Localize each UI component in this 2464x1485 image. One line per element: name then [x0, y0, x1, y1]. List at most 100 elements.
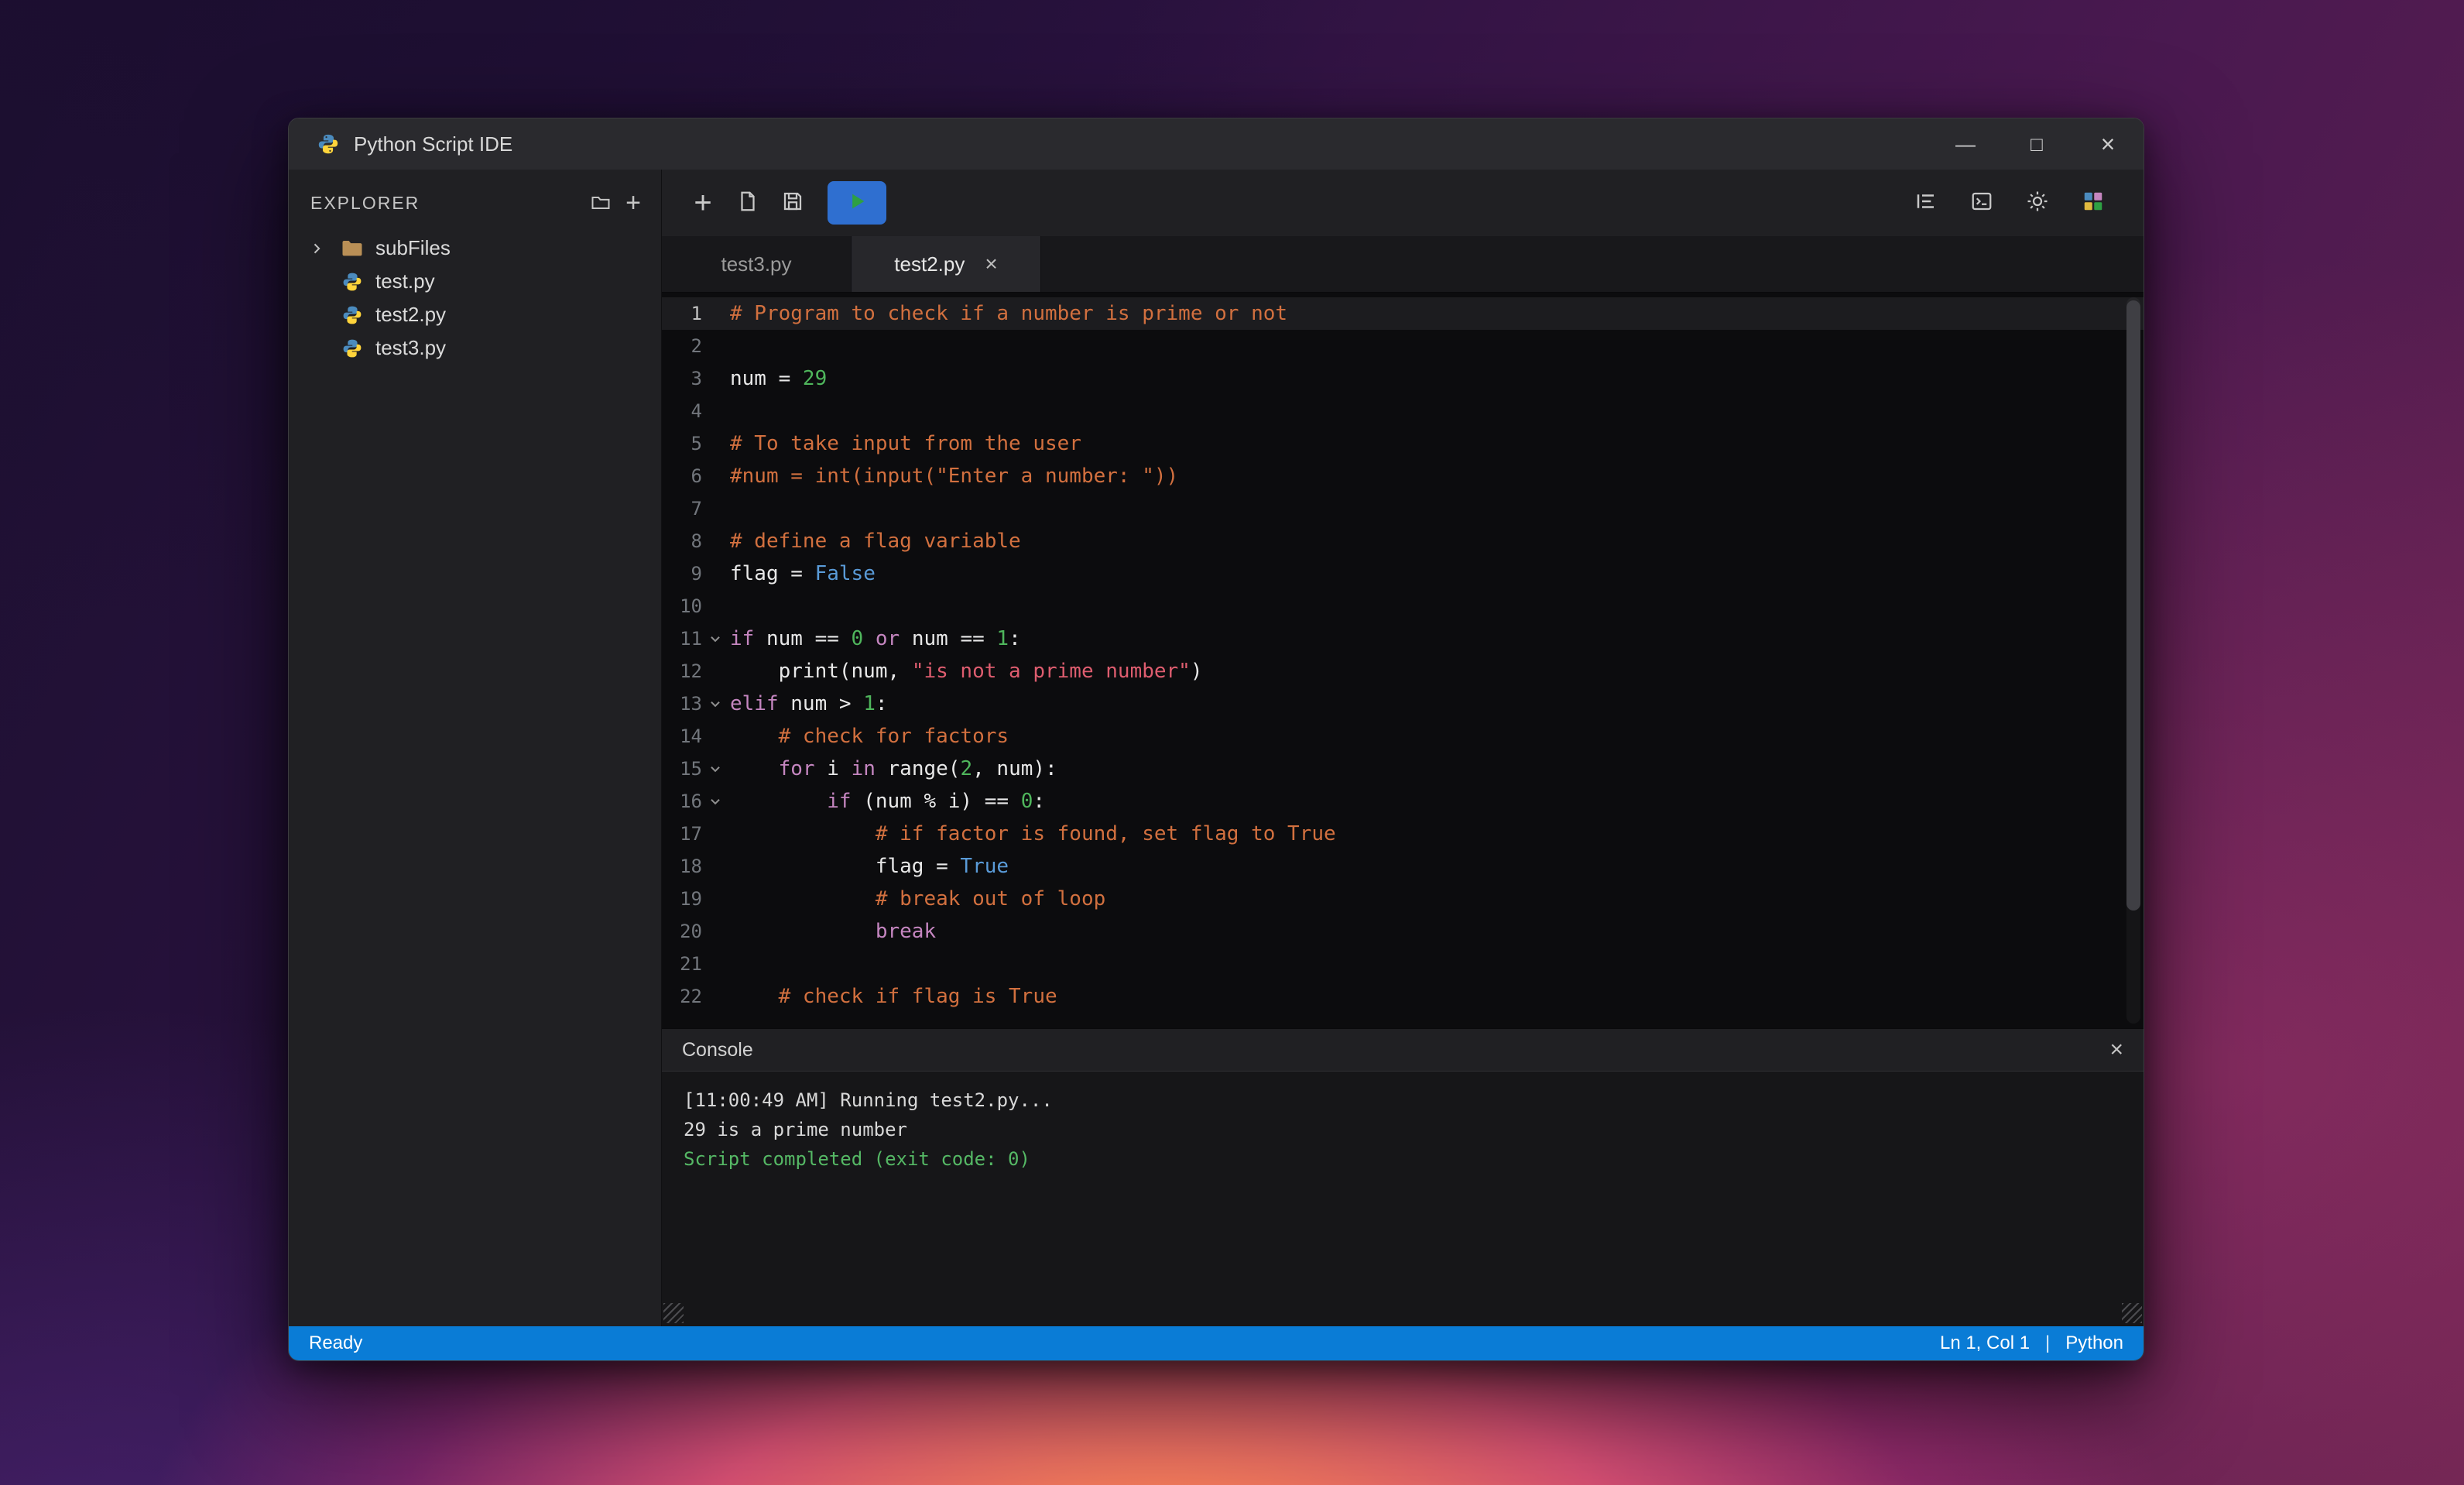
format-button[interactable] — [1904, 180, 1948, 225]
console-close-icon[interactable]: × — [2109, 1037, 2123, 1063]
code-line-8[interactable]: 8# define a flag variable — [662, 525, 2144, 557]
code-line-14[interactable]: 14 # check for factors — [662, 720, 2144, 753]
console-panel: [11:00:49 AM] Running test2.py...29 is a… — [662, 1071, 2144, 1326]
save-button[interactable] — [770, 180, 815, 225]
code-line-7[interactable]: 7 — [662, 492, 2144, 525]
ide-window: Python Script IDE — □ × EXPLORER + — [288, 118, 2144, 1361]
editor-scrollbar[interactable] — [2126, 297, 2140, 1024]
code-text — [728, 395, 2144, 427]
tree-file-test2.py[interactable]: test2.py — [289, 298, 661, 331]
status-separator: | — [2045, 1332, 2050, 1354]
tree-file-test.py[interactable]: test.py — [289, 265, 661, 298]
code-line-19[interactable]: 19 # break out of loop — [662, 883, 2144, 915]
line-number: 9 — [662, 557, 702, 590]
code-line-17[interactable]: 17 # if factor is found, set flag to Tru… — [662, 818, 2144, 850]
tab-test3.py[interactable]: test3.py — [662, 236, 852, 292]
code-line-6[interactable]: 6#num = int(input("Enter a number: ")) — [662, 460, 2144, 492]
code-line-1[interactable]: 1 # Program to check if a number is prime… — [662, 297, 2144, 330]
fold-spacer — [702, 850, 728, 883]
theme-toggle-button[interactable] — [2015, 180, 2060, 225]
new-file-toolbar-button[interactable]: + — [680, 180, 725, 225]
line-number: 19 — [662, 883, 702, 915]
new-file-button[interactable]: + — [625, 191, 641, 214]
code-line-2[interactable]: 2 — [662, 330, 2144, 362]
window-title: Python Script IDE — [354, 132, 512, 156]
close-icon: × — [2101, 130, 2116, 159]
document-icon — [736, 190, 759, 217]
fold-spacer — [702, 818, 728, 850]
console-output: [11:00:49 AM] Running test2.py...29 is a… — [684, 1085, 2122, 1174]
tools-button[interactable] — [2071, 180, 2116, 225]
scrollbar-thumb[interactable] — [2126, 300, 2140, 911]
tree-file-test3.py[interactable]: test3.py — [289, 331, 661, 365]
window-controls: — □ × — [1930, 118, 2144, 170]
tree-folder-subFiles[interactable]: subFiles — [289, 231, 661, 265]
run-play-icon — [846, 190, 868, 216]
code-line-4[interactable]: 4 — [662, 395, 2144, 427]
tree-item-label: subFiles — [375, 236, 451, 260]
explorer-actions: + — [590, 191, 641, 214]
code-text: flag = False — [728, 557, 2144, 590]
minimize-button[interactable]: — — [1930, 118, 2001, 170]
line-number: 21 — [662, 948, 702, 980]
code-text: # check for factors — [728, 720, 2144, 753]
code-line-5[interactable]: 5# To take input from the user — [662, 427, 2144, 460]
line-number: 11 — [662, 622, 702, 655]
console-line: Script completed (exit code: 0) — [684, 1144, 2122, 1174]
code-line-10[interactable]: 10 — [662, 590, 2144, 622]
fold-spacer — [702, 557, 728, 590]
terminal-button[interactable] — [1959, 180, 2004, 225]
resize-grip-left[interactable] — [663, 1303, 684, 1323]
chevron-right-icon[interactable] — [309, 241, 338, 256]
terminal-icon — [1970, 190, 1993, 217]
code-line-20[interactable]: 20 break — [662, 915, 2144, 948]
code-text: # Program to check if a number is prime … — [728, 297, 2144, 330]
line-number: 1 — [662, 297, 702, 330]
maximize-button[interactable]: □ — [2001, 118, 2072, 170]
code-line-11[interactable]: 11if num == 0 or num == 1: — [662, 622, 2144, 655]
fold-spacer — [702, 655, 728, 688]
fold-chevron-icon[interactable] — [702, 753, 728, 785]
code-line-3[interactable]: 3num = 29 — [662, 362, 2144, 395]
code-line-22[interactable]: 22 # check if flag is True — [662, 980, 2144, 1013]
fold-spacer — [702, 915, 728, 948]
python-file-icon — [338, 336, 366, 361]
code-text: # To take input from the user — [728, 427, 2144, 460]
code-line-15[interactable]: 15 for i in range(2, num): — [662, 753, 2144, 785]
resize-grip-right[interactable] — [2122, 1303, 2142, 1323]
code-text: print(num, "is not a prime number") — [728, 655, 2144, 688]
code-line-18[interactable]: 18 flag = True — [662, 850, 2144, 883]
line-number: 6 — [662, 460, 702, 492]
code-text: for i in range(2, num): — [728, 753, 2144, 785]
tab-close-icon[interactable]: × — [985, 253, 997, 275]
code-line-21[interactable]: 21 — [662, 948, 2144, 980]
status-right-group: Ln 1, Col 1 | Python — [1940, 1332, 2123, 1354]
line-number: 4 — [662, 395, 702, 427]
fold-spacer — [702, 948, 728, 980]
code-line-12[interactable]: 12 print(num, "is not a prime number") — [662, 655, 2144, 688]
code-line-16[interactable]: 16 if (num % i) == 0: — [662, 785, 2144, 818]
new-folder-button[interactable] — [590, 192, 612, 214]
fold-spacer — [702, 720, 728, 753]
console-title: Console — [682, 1039, 753, 1061]
code-text — [728, 948, 2144, 980]
close-button[interactable]: × — [2072, 118, 2144, 170]
open-file-button[interactable] — [725, 180, 770, 225]
fold-spacer — [702, 980, 728, 1013]
line-number: 12 — [662, 655, 702, 688]
fold-chevron-icon[interactable] — [702, 785, 728, 818]
fold-spacer — [702, 492, 728, 525]
fold-chevron-icon[interactable] — [702, 688, 728, 720]
code-line-13[interactable]: 13elif num > 1: — [662, 688, 2144, 720]
title-bar[interactable]: Python Script IDE — □ × — [289, 118, 2144, 170]
fold-chevron-icon[interactable] — [702, 622, 728, 655]
tab-test2.py[interactable]: test2.py× — [852, 236, 1041, 292]
line-number: 16 — [662, 785, 702, 818]
explorer-sidebar: EXPLORER + subFilestest.pytest2.pytest3.… — [289, 170, 662, 1326]
code-text: flag = True — [728, 850, 2144, 883]
run-button[interactable] — [828, 181, 886, 225]
fold-spacer — [702, 525, 728, 557]
code-text: break — [728, 915, 2144, 948]
fold-spacer — [702, 590, 728, 622]
code-line-9[interactable]: 9 flag = False — [662, 557, 2144, 590]
